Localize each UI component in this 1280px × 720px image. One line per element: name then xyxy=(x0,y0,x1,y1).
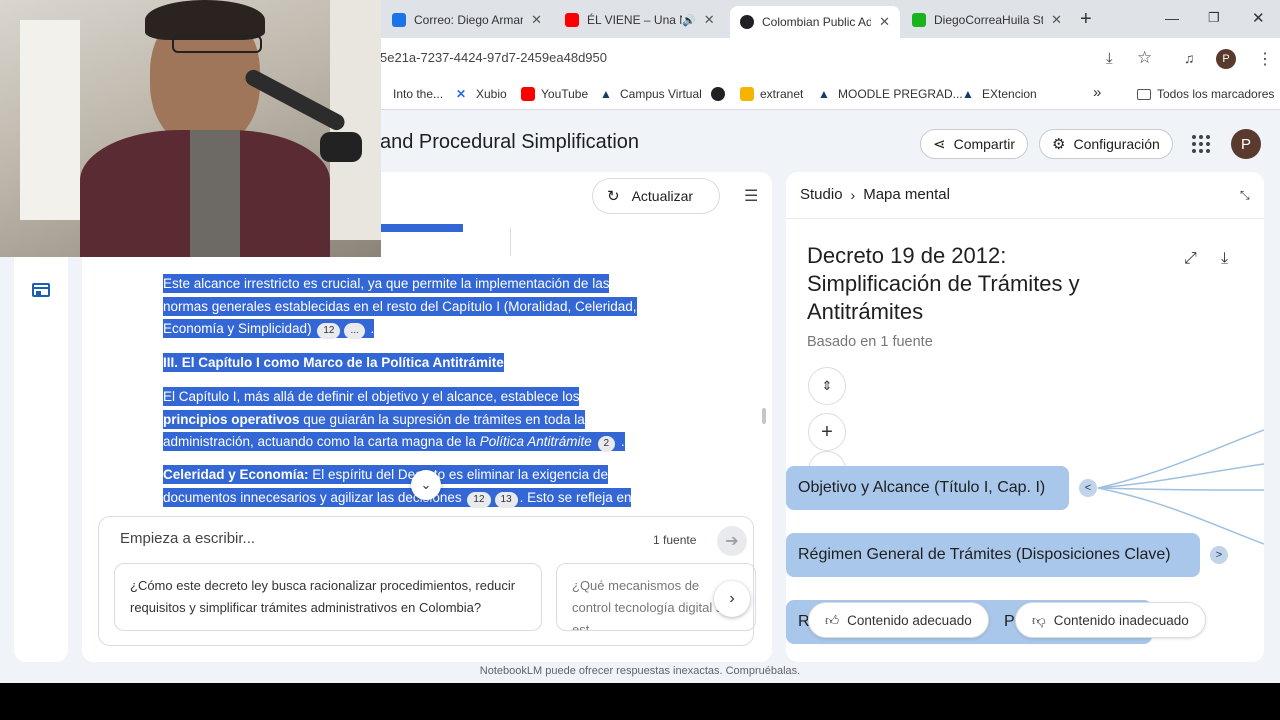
tab-youtube-video[interactable]: ÉL VIENE – Una N 🔊 ✕ xyxy=(555,6,725,34)
apps-grid-icon[interactable] xyxy=(1190,133,1212,155)
restore-button[interactable]: ❐ xyxy=(1208,10,1220,26)
mindmap-node[interactable]: Objetivo y Alcance (Título I, Cap. I) xyxy=(786,466,1069,510)
next-suggestions-button[interactable]: › xyxy=(714,581,750,617)
person-shirt xyxy=(190,130,240,257)
bookmark-item[interactable]: ▲ MOODLE PREGRAD... xyxy=(818,87,963,101)
scroll-down-button[interactable]: ⌄ xyxy=(411,470,441,500)
bookmark-item[interactable]: Into the... xyxy=(393,87,443,101)
studio-panel: Studio › Mapa mental ⤡ Decreto 19 de 201… xyxy=(786,172,1264,662)
more-bookmarks-button[interactable]: » xyxy=(1093,84,1101,101)
bookmark-star-icon[interactable]: ☆ xyxy=(1137,48,1152,68)
source-document-icon[interactable] xyxy=(32,283,50,297)
folder-icon xyxy=(1137,88,1151,100)
new-tab-button[interactable]: + xyxy=(1080,8,1092,31)
close-tab-icon[interactable]: ✕ xyxy=(531,12,542,28)
glasses xyxy=(172,35,262,53)
globe-icon xyxy=(711,87,725,101)
shelf-background xyxy=(20,20,80,220)
thumbs-down-icon: 👎︎ xyxy=(1032,612,1046,628)
tab-email[interactable]: Correo: Diego Arman ✕ xyxy=(382,6,552,34)
minimize-button[interactable]: — xyxy=(1165,10,1179,26)
profile-avatar[interactable]: P xyxy=(1231,129,1261,159)
profile-avatar-small[interactable]: P xyxy=(1216,49,1236,69)
thumbs-up-icon: 👍︎ xyxy=(825,612,840,628)
xubio-icon: ✕ xyxy=(456,87,467,101)
browser-menu-icon[interactable]: ⋮ xyxy=(1257,49,1273,69)
extencion-icon: ▲ xyxy=(962,87,974,101)
all-bookmarks-folder[interactable]: Todos los marcadores xyxy=(1137,87,1274,101)
audio-icon[interactable]: 🔊 xyxy=(682,14,696,27)
disclaimer-footer: NotebookLM puede ofrecer respuestas inex… xyxy=(479,665,801,677)
bookmark-item[interactable]: YouTube xyxy=(521,87,588,101)
microphone xyxy=(320,132,362,162)
bookmark-item[interactable]: ▲ Campus Virtual xyxy=(600,87,702,101)
response-paragraph: Este alcance irrestricto es crucial, ya … xyxy=(163,273,643,341)
response-paragraph: Celeridad y Economía: El espíritu del De… xyxy=(163,464,643,509)
close-tab-icon[interactable]: ✕ xyxy=(879,14,890,30)
chat-input-box: Empieza a escribir... 1 fuente ➔ ¿Cómo e… xyxy=(98,516,756,646)
url-field[interactable]: 5e21a-7237-4424-97d7-2459ea48d950 xyxy=(380,50,607,65)
bookmark-item[interactable] xyxy=(711,87,731,101)
chat-input[interactable]: Empieza a escribir... xyxy=(120,530,255,547)
suggested-question[interactable]: ¿Cómo este decreto ley busca racionaliza… xyxy=(114,563,542,631)
media-control-icon[interactable]: ♫ xyxy=(1184,50,1195,66)
feedback-good-button[interactable]: 👍︎ Contenido adecuado xyxy=(808,602,989,638)
outlook-icon xyxy=(392,13,406,27)
close-tab-icon[interactable]: ✕ xyxy=(1051,12,1062,28)
bookmark-item[interactable]: ▲ EXtencion xyxy=(962,87,1037,101)
notebook-title[interactable]: and Procedural Simplification xyxy=(380,131,639,154)
webcam-overlay xyxy=(0,0,381,257)
settings-button[interactable]: ⚙ Configuración xyxy=(1039,129,1173,159)
citation-chip[interactable]: ... xyxy=(344,323,365,339)
refresh-button[interactable]: ↻ Actualizar xyxy=(592,178,720,214)
source-count: 1 fuente xyxy=(653,533,697,547)
citation-chip[interactable]: 13 xyxy=(494,491,518,508)
section-heading: III. El Capítulo I como Marco de la Polí… xyxy=(163,353,504,372)
notebooklm-icon xyxy=(740,15,754,29)
mindmap-node[interactable]: Régimen General de Trámites (Disposicion… xyxy=(786,533,1200,577)
youtube-icon xyxy=(521,87,535,101)
gear-icon: ⚙ xyxy=(1052,136,1066,153)
extranet-icon xyxy=(740,87,754,101)
scrollbar-thumb[interactable] xyxy=(762,408,766,424)
citation-chip[interactable]: 12 xyxy=(317,323,341,339)
tab-notebooklm[interactable]: Colombian Public Ad ✕ xyxy=(730,6,900,38)
mindmap-connectors xyxy=(1097,429,1264,545)
share-icon: ⋖ xyxy=(933,136,946,153)
moodle-icon: ▲ xyxy=(818,87,830,101)
campus-icon: ▲ xyxy=(600,87,612,101)
bookmark-item[interactable]: extranet xyxy=(740,87,803,101)
feedback-bad-button[interactable]: 👎︎ Contenido inadecuado xyxy=(1015,602,1206,638)
browser-window: Correo: Diego Arman ✕ ÉL VIENE – Una N 🔊… xyxy=(0,0,1280,683)
tab-kick[interactable]: DiegoCorreaHuila Str ✕ xyxy=(902,6,1072,34)
refresh-icon: ↻ xyxy=(607,188,620,205)
collapse-node-icon[interactable]: < xyxy=(1079,479,1097,497)
person-hair xyxy=(145,0,265,40)
citation-chip[interactable]: 2 xyxy=(597,436,616,452)
send-button[interactable]: ➔ xyxy=(717,526,747,556)
share-button[interactable]: ⋖ Compartir xyxy=(920,129,1029,159)
close-window-button[interactable]: ✕ xyxy=(1252,9,1265,27)
youtube-icon xyxy=(565,13,579,27)
response-paragraph: El Capítulo I, más allá de definir el ob… xyxy=(163,386,643,454)
expand-node-icon[interactable]: > xyxy=(1210,546,1228,564)
kick-icon xyxy=(912,13,926,27)
bookmark-item[interactable]: ✕ Xubio xyxy=(456,87,507,101)
close-tab-icon[interactable]: ✕ xyxy=(704,12,715,28)
table-divider xyxy=(510,228,511,256)
citation-chip[interactable]: 12 xyxy=(467,491,491,508)
tune-icon[interactable]: ☰ xyxy=(744,186,758,206)
install-app-icon[interactable]: ⤓ xyxy=(1106,50,1113,67)
